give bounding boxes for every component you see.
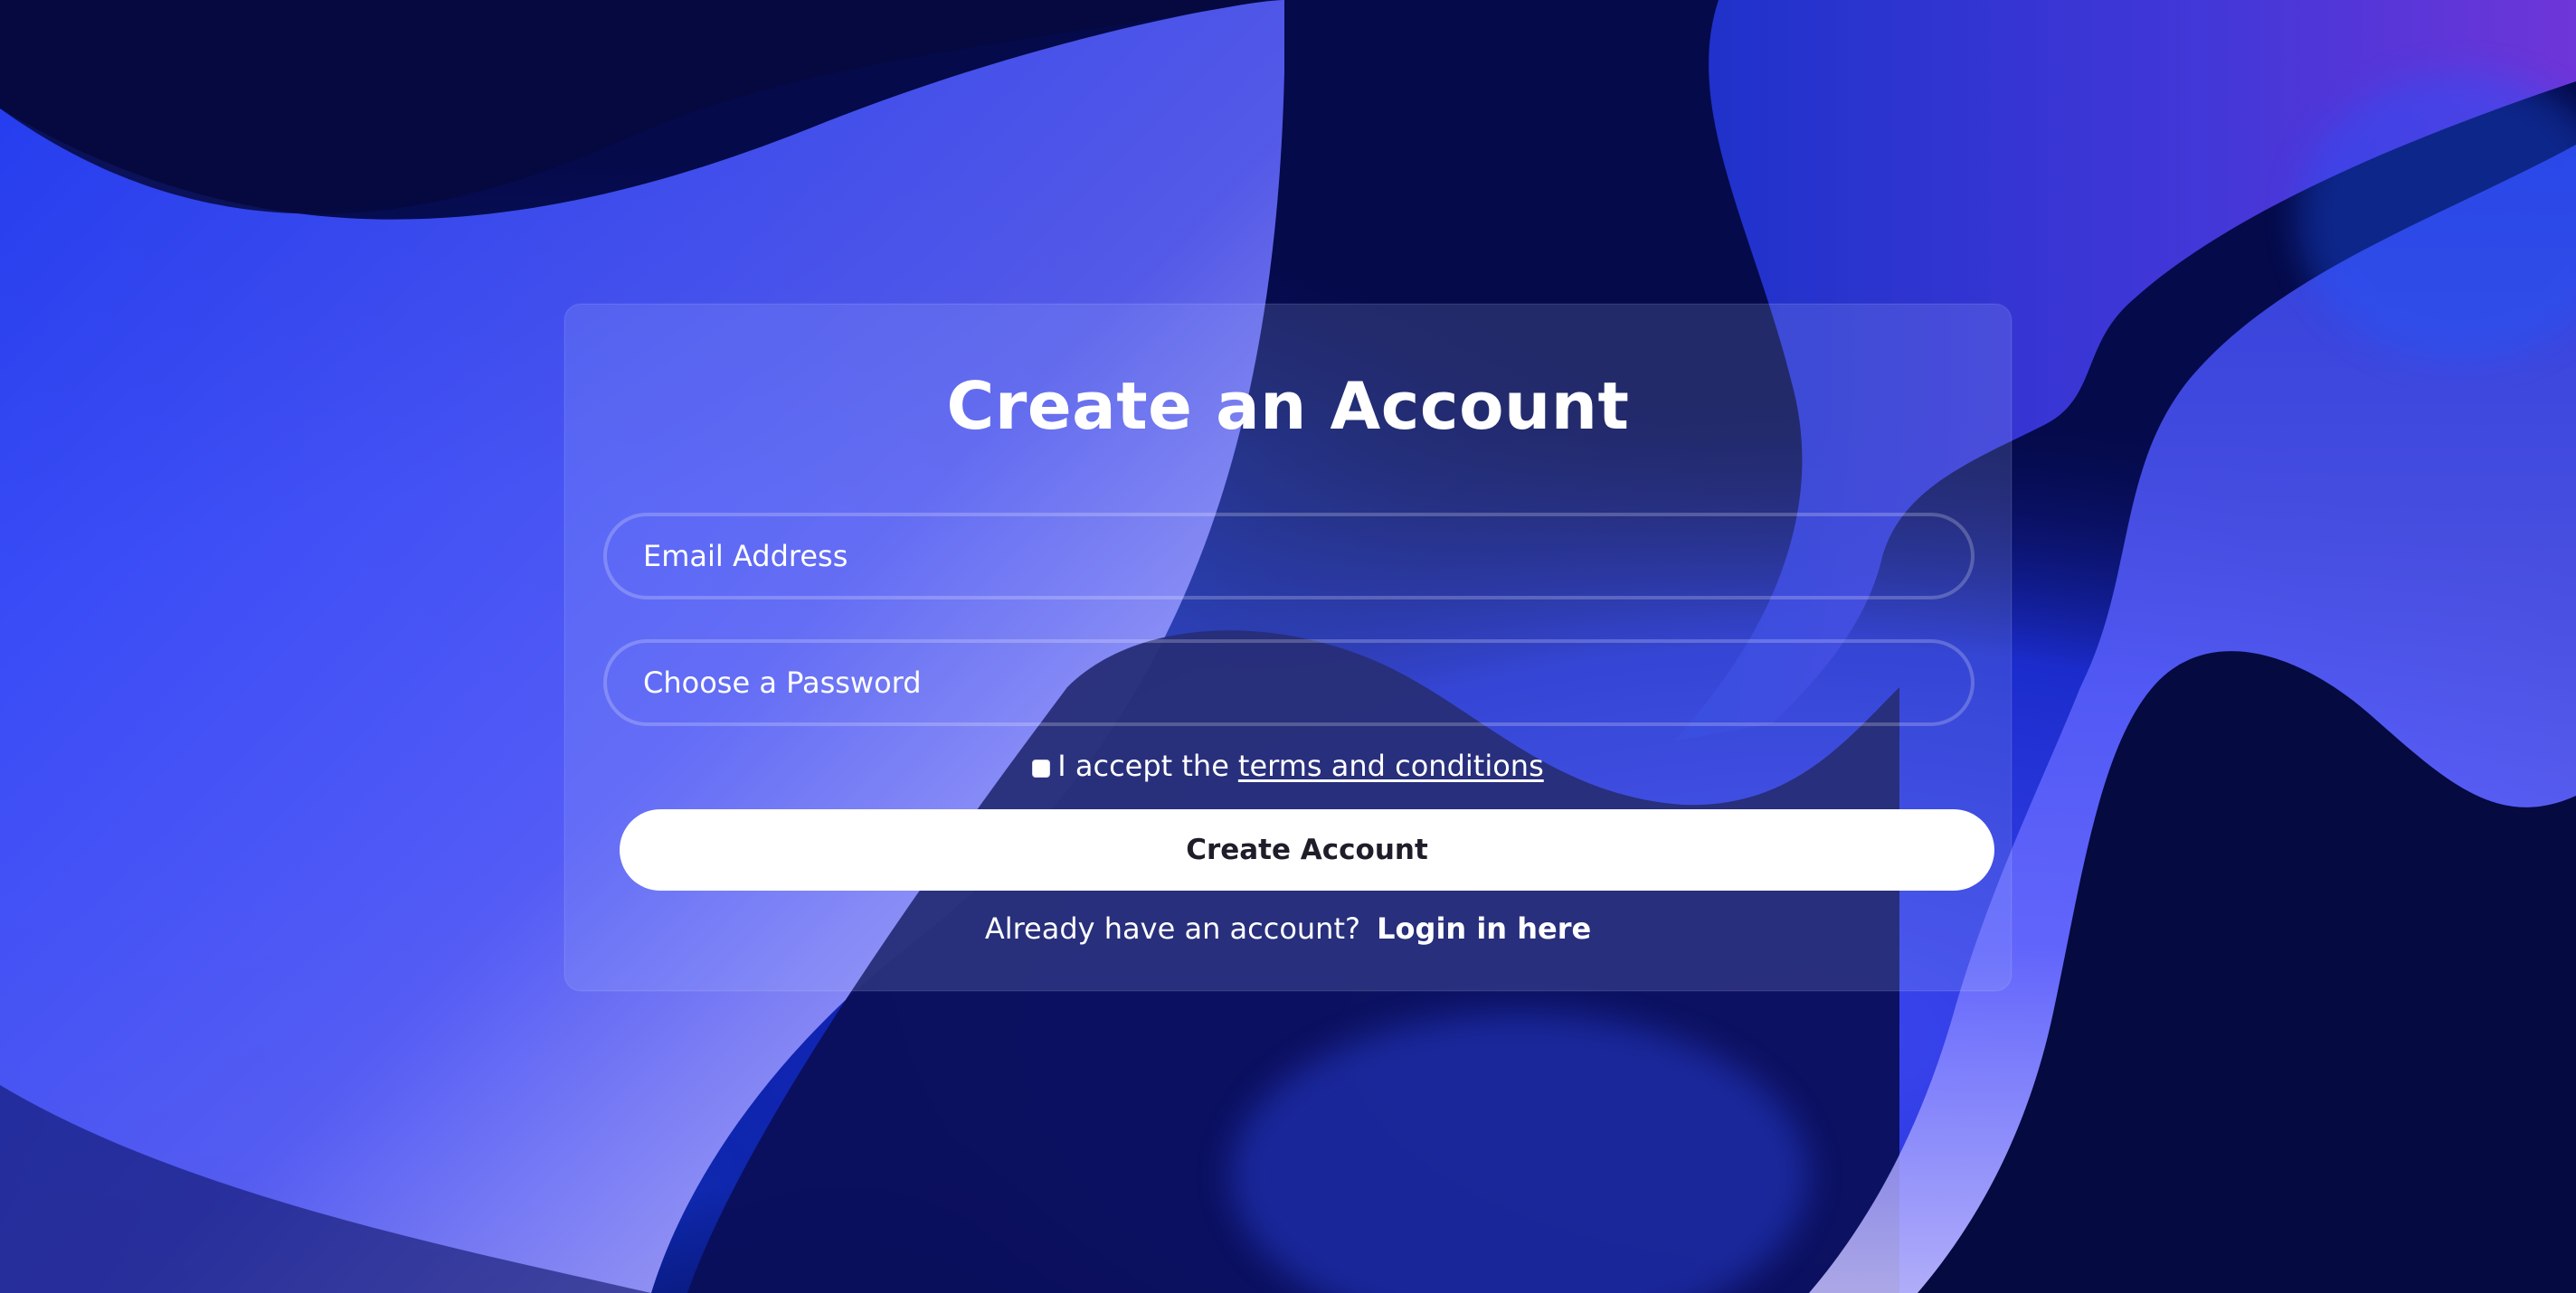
terms-link[interactable]: terms and conditions [1238, 751, 1544, 780]
terms-checkbox[interactable] [1032, 760, 1051, 778]
login-prompt: Already have an account? [984, 911, 1360, 946]
password-input[interactable] [603, 639, 1975, 726]
email-input[interactable] [603, 513, 1975, 599]
signup-card: Create an Account I accept the terms and… [564, 304, 2012, 991]
terms-row: I accept the terms and conditions [565, 751, 2011, 780]
login-link[interactable]: Login in here [1377, 911, 1591, 946]
create-account-button[interactable]: Create Account [620, 809, 1994, 891]
login-row: Already have an account? Login in here [565, 914, 2011, 943]
form-title: Create an Account [946, 368, 1630, 444]
terms-prefix: I accept the [1057, 749, 1229, 783]
